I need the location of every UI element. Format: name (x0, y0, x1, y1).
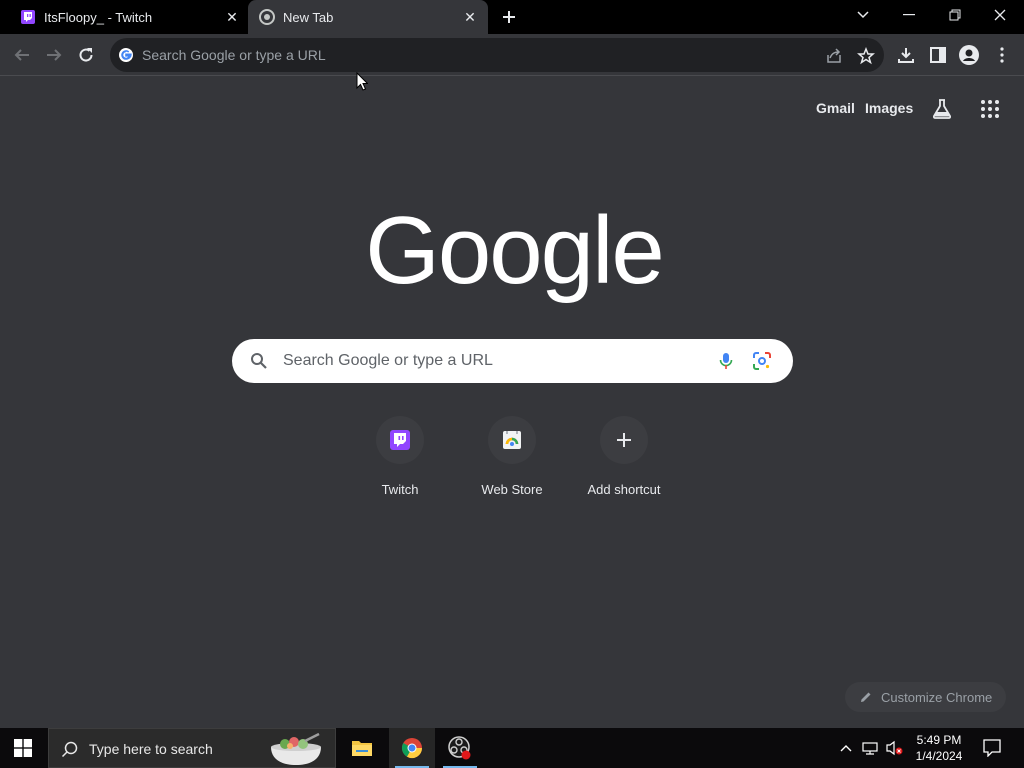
shortcut-label: Add shortcut (587, 482, 661, 497)
google-g-icon (118, 47, 134, 63)
twitch-favicon-icon (20, 9, 36, 25)
taskbar-search-placeholder: Type here to search (89, 741, 213, 757)
new-tab-plus-icon[interactable] (498, 6, 520, 28)
microphone-icon[interactable] (716, 351, 736, 371)
shortcut-twitch[interactable]: Twitch (344, 416, 456, 506)
side-panel-icon[interactable] (928, 45, 948, 65)
forward-arrow-icon[interactable] (42, 43, 66, 67)
taskbar-clock[interactable]: 5:49 PM 1/4/2024 (910, 732, 968, 764)
close-tab-icon[interactable]: ✕ (462, 9, 478, 25)
google-logo: Google (365, 197, 665, 304)
search-icon (61, 740, 79, 763)
bookmark-star-icon[interactable] (857, 46, 875, 65)
mouse-cursor-icon (356, 71, 369, 96)
labs-flask-icon[interactable] (930, 97, 954, 121)
windows-taskbar: Type here to search 5:49 PM 1/4/2024 (0, 728, 1024, 768)
volume-muted-icon[interactable] (886, 740, 903, 756)
tab-twitch[interactable]: ItsFloopy_ - Twitch ✕ (0, 0, 248, 34)
google-lens-icon[interactable] (752, 351, 772, 371)
network-icon[interactable] (862, 740, 878, 756)
tab-title: New Tab (283, 9, 334, 25)
images-link[interactable]: Images (865, 100, 913, 116)
taskbar-search-box[interactable]: Type here to search (48, 728, 336, 768)
shortcut-label: Twitch (381, 482, 419, 497)
shortcut-web-store[interactable]: Web Store (456, 416, 568, 506)
tab-title: ItsFloopy_ - Twitch (44, 9, 153, 25)
obs-studio-icon[interactable] (437, 728, 483, 768)
tab-new-tab[interactable]: New Tab ✕ (248, 0, 488, 34)
plus-icon (600, 416, 648, 464)
back-arrow-icon[interactable] (10, 43, 34, 67)
search-input[interactable]: Search Google or type a URL (283, 352, 493, 370)
more-menu-icon[interactable] (992, 45, 1012, 65)
address-bar-placeholder: Search Google or type a URL (142, 47, 326, 63)
restore-icon[interactable] (935, 0, 975, 30)
close-tab-icon[interactable]: ✕ (224, 9, 240, 25)
customize-chrome-button[interactable]: Customize Chrome (845, 682, 1006, 712)
clock-time: 5:49 PM (916, 733, 962, 747)
windows-start-icon[interactable] (0, 728, 46, 768)
shortcut-label: Web Store (481, 482, 543, 497)
profile-avatar-icon[interactable] (959, 45, 979, 65)
reload-icon[interactable] (74, 43, 98, 67)
search-icon (250, 352, 268, 370)
add-shortcut-button[interactable]: Add shortcut (568, 416, 680, 506)
chrome-favicon-icon (259, 9, 275, 25)
tab-search-chevron-icon[interactable] (843, 0, 883, 30)
search-box[interactable]: Search Google or type a URL (232, 339, 793, 383)
search-highlight-salad-icon (267, 731, 325, 768)
tab-strip: ItsFloopy_ - Twitch ✕ New Tab ✕ (0, 0, 1024, 34)
address-bar[interactable]: Search Google or type a URL (110, 38, 884, 72)
customize-chrome-label: Customize Chrome (881, 689, 993, 705)
browser-toolbar: Search Google or type a URL (0, 34, 1024, 76)
gmail-link[interactable]: Gmail (816, 100, 855, 116)
chrome-taskbar-icon[interactable] (389, 728, 435, 768)
clock-date: 1/4/2024 (915, 749, 963, 763)
web-store-icon (488, 416, 536, 464)
google-apps-grid-icon[interactable] (978, 97, 1002, 121)
close-window-icon[interactable] (980, 0, 1020, 30)
download-icon[interactable] (896, 45, 916, 65)
share-icon[interactable] (825, 47, 843, 65)
show-hidden-icons-chevron-icon[interactable] (838, 740, 854, 756)
file-explorer-icon[interactable] (339, 728, 385, 768)
notifications-icon[interactable] (983, 739, 1001, 758)
twitch-icon (376, 416, 424, 464)
pencil-icon (861, 692, 871, 702)
minimize-icon[interactable] (889, 0, 929, 30)
